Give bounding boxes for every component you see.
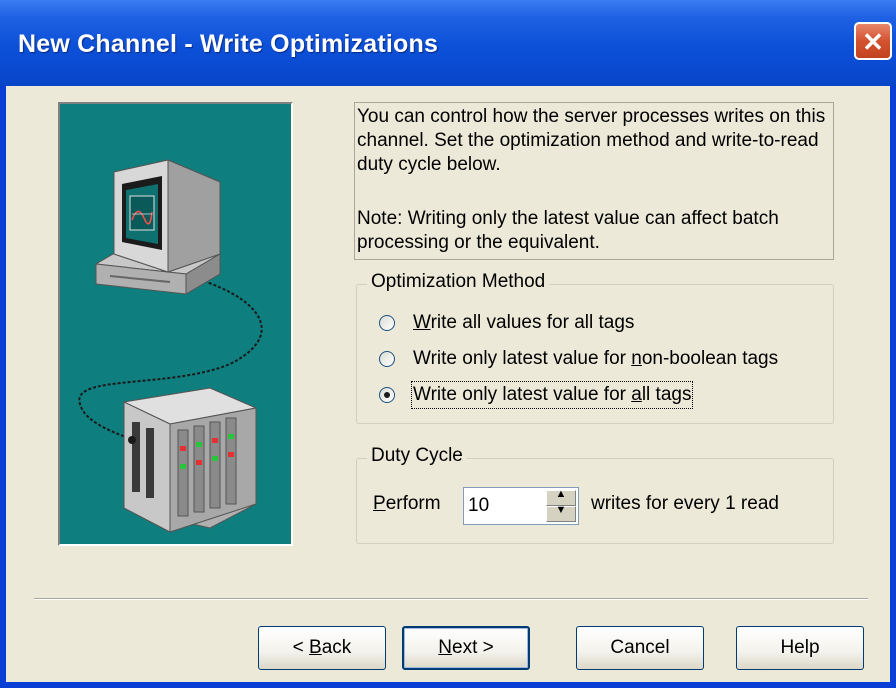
cancel-button[interactable]: Cancel	[576, 626, 704, 670]
info-note: Note: Writing only the latest value can …	[357, 208, 779, 253]
duty-cycle-group: Duty Cycle Perform ▲ ▼ writes for every …	[356, 445, 834, 544]
plc-device-icon	[122, 387, 258, 533]
duty-cycle-title: Duty Cycle	[367, 445, 467, 467]
back-button-label: < Back	[292, 637, 352, 658]
info-panel: You can control how the server processes…	[354, 102, 834, 260]
radio-dot	[384, 392, 390, 398]
close-button[interactable]: ✕	[854, 22, 892, 60]
next-button[interactable]: Next >	[402, 626, 530, 670]
wizard-illustration	[58, 102, 293, 546]
separator	[34, 598, 868, 600]
optimization-method-group: Optimization Method Write all values for…	[356, 271, 834, 424]
dialog-body: You can control how the server processes…	[6, 86, 890, 682]
radio-label: Write only latest value for non-boolean …	[413, 348, 779, 369]
duty-cycle-stepper[interactable]: ▲ ▼	[463, 487, 579, 525]
help-button[interactable]: Help	[736, 626, 864, 670]
duty-cycle-input[interactable]	[466, 490, 546, 522]
dialog-window: New Channel - Write Optimizations ✕ You …	[0, 0, 896, 688]
radio-label: Write only latest value for all tags	[410, 381, 694, 409]
window-title: New Channel - Write Optimizations	[18, 30, 439, 58]
radio-label: Write all values for all tags	[413, 312, 635, 333]
cancel-button-label: Cancel	[610, 637, 670, 658]
title-bar[interactable]: New Channel - Write Optimizations ✕	[0, 0, 896, 86]
computer-and-plc-illustration	[78, 159, 263, 533]
back-button[interactable]: < Back	[258, 626, 386, 670]
radio-circle[interactable]	[379, 351, 395, 367]
close-icon: ✕	[862, 27, 884, 57]
computer-monitor-icon	[94, 159, 222, 295]
duty-cycle-suffix: writes for every 1 read	[591, 493, 779, 514]
optimization-method-title: Optimization Method	[367, 271, 550, 293]
help-button-label: Help	[780, 637, 820, 658]
radio-circle-selected[interactable]	[379, 387, 395, 403]
arrow-up-icon: ▲	[555, 488, 567, 500]
perform-label: Perform	[373, 493, 441, 514]
info-description: You can control how the server processes…	[357, 106, 826, 175]
next-button-label: Next >	[438, 637, 494, 658]
radio-circle[interactable]	[379, 315, 395, 331]
arrow-down-icon: ▼	[555, 504, 567, 516]
spin-down-button[interactable]: ▼	[546, 504, 576, 522]
